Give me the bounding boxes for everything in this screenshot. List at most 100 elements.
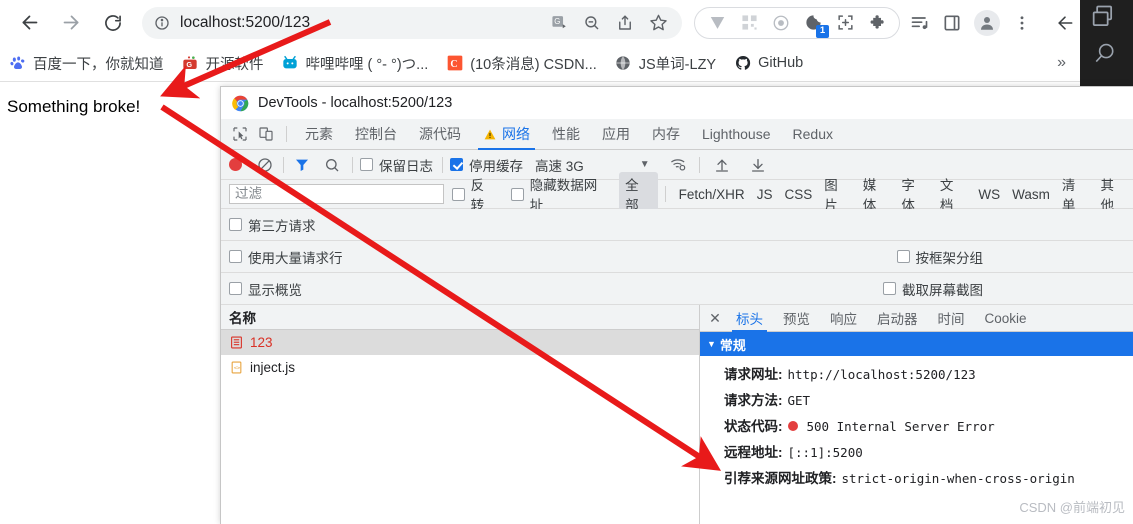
- type-filter-wasm[interactable]: Wasm: [1006, 185, 1056, 204]
- tab-label: 控制台: [355, 126, 397, 142]
- checkbox-label: 截取屏幕截图: [902, 282, 983, 298]
- chevron-down-icon[interactable]: ▼: [640, 159, 650, 170]
- show-overview-checkbox[interactable]: 显示概览: [229, 279, 876, 299]
- option-left-group: 显示概览: [229, 279, 876, 299]
- screenshot-crop-icon[interactable]: [835, 13, 855, 33]
- bookmark-star-icon[interactable]: [648, 13, 668, 33]
- profile-avatar-icon[interactable]: [974, 9, 1000, 36]
- inspect-element-icon[interactable]: [227, 122, 253, 146]
- detail-tab-response[interactable]: 响应: [820, 305, 867, 332]
- translate-icon[interactable]: G: [549, 13, 569, 33]
- type-filter-css[interactable]: CSS: [778, 185, 818, 204]
- request-name: 123: [250, 335, 273, 350]
- devtools-tab-console[interactable]: 控制台: [344, 119, 408, 150]
- qr-code-icon[interactable]: [739, 13, 759, 33]
- address-bar-url: localhost:5200/123: [180, 13, 311, 31]
- toolbar-divider: [664, 186, 666, 202]
- baidu-icon: [9, 55, 26, 72]
- checkbox-label: 使用大量请求行: [248, 250, 343, 266]
- download-arrow-icon[interactable]: [747, 154, 769, 176]
- table-row[interactable]: <> inject.js: [221, 355, 699, 380]
- device-toolbar-icon[interactable]: [253, 122, 279, 146]
- bookmark-item[interactable]: G 开源软件: [173, 50, 273, 77]
- detail-tab-initiator[interactable]: 启动器: [867, 305, 928, 332]
- devtools-panel-tabs: 元素 控制台 源代码 网络 性能 应用 内存 Lighthouse Redux: [221, 119, 1133, 150]
- devtools-tab-memory[interactable]: 内存: [641, 119, 691, 150]
- bookmark-item[interactable]: 百度一下，你就知道: [0, 50, 173, 77]
- zoom-out-icon[interactable]: [582, 13, 602, 33]
- big-request-rows-checkbox[interactable]: 使用大量请求行: [229, 247, 890, 267]
- request-name: inject.js: [250, 360, 296, 375]
- target-ring-icon[interactable]: [771, 13, 791, 33]
- devtools-tab-application[interactable]: 应用: [591, 119, 641, 150]
- detail-tab-headers[interactable]: 标头: [726, 305, 773, 332]
- request-detail-panel: ✕ 标头 预览 响应 启动器 时间 Cookie ▼ 常规 请求网址: http…: [700, 305, 1133, 524]
- third-party-requests-checkbox[interactable]: 第三方请求: [229, 215, 316, 235]
- devtools-tab-performance[interactable]: 性能: [541, 119, 591, 150]
- checkbox-box: [360, 158, 373, 171]
- bookmark-label: 百度一下，你就知道: [33, 56, 164, 73]
- section-title: 常规: [719, 337, 746, 353]
- detail-tab-timing[interactable]: 时间: [928, 305, 975, 332]
- devtools-tab-sources[interactable]: 源代码: [408, 119, 472, 150]
- invert-checkbox[interactable]: 反转: [451, 174, 497, 214]
- address-bar[interactable]: localhost:5200/123 G: [142, 6, 682, 39]
- bookmark-label: (10条消息) CSDN...: [470, 56, 597, 73]
- disable-cache-checkbox[interactable]: 停用缓存: [450, 155, 523, 175]
- bookmark-item[interactable]: GitHub: [725, 52, 812, 75]
- reading-list-icon[interactable]: [910, 13, 930, 33]
- search-icon[interactable]: [321, 154, 343, 176]
- cookie-editor-icon[interactable]: 1: [803, 13, 829, 38]
- forward-button[interactable]: [54, 6, 88, 40]
- type-filter-js[interactable]: JS: [751, 185, 779, 204]
- bookmark-item[interactable]: C (10条消息) CSDN...: [437, 50, 606, 77]
- table-row[interactable]: 123: [221, 330, 699, 355]
- group-by-frame-checkbox[interactable]: 按框架分组: [896, 247, 983, 267]
- checkbox-box: [896, 250, 910, 263]
- preserve-log-checkbox[interactable]: 保留日志: [360, 155, 433, 175]
- funnel-filter-icon[interactable]: [291, 154, 313, 176]
- checkbox-label: 显示概览: [248, 282, 302, 298]
- checkbox-box: [451, 187, 465, 201]
- svg-text:G: G: [554, 17, 560, 26]
- general-section-header[interactable]: ▼ 常规: [700, 332, 1133, 356]
- close-x-icon[interactable]: ✕: [704, 307, 726, 329]
- share-icon[interactable]: [615, 13, 635, 33]
- request-list-header: 名称: [221, 305, 699, 330]
- hide-data-urls-checkbox[interactable]: 隐藏数据网址: [510, 174, 609, 214]
- capture-screenshots-checkbox[interactable]: 截取屏幕截图: [883, 279, 983, 299]
- upload-arrow-icon[interactable]: [711, 154, 733, 176]
- script-js-icon: <>: [229, 360, 243, 376]
- magnifier-search-icon[interactable]: [1091, 40, 1119, 73]
- filter-input[interactable]: 过滤: [229, 184, 444, 204]
- three-dot-menu-icon[interactable]: [1012, 13, 1032, 33]
- vimium-v-icon[interactable]: [707, 13, 727, 33]
- other-window-back-icon[interactable]: [1050, 0, 1080, 45]
- bookmark-item[interactable]: 哔哩哔哩 ( °- °)つ...: [273, 50, 438, 77]
- type-filter-ws[interactable]: WS: [972, 185, 1006, 204]
- puzzle-extensions-icon[interactable]: [867, 13, 887, 33]
- site-info-icon[interactable]: [152, 13, 172, 33]
- type-filter-fetchxhr[interactable]: Fetch/XHR: [673, 185, 751, 204]
- devtools-tab-lighthouse[interactable]: Lighthouse: [691, 119, 782, 150]
- back-button[interactable]: [12, 6, 46, 40]
- devtools-tab-redux[interactable]: Redux: [782, 119, 844, 150]
- throttling-select-value[interactable]: 高速 3G: [535, 155, 584, 175]
- checkbox-label: 第三方请求: [248, 218, 316, 234]
- devtools-tab-network[interactable]: 网络: [472, 119, 541, 150]
- bookmark-item[interactable]: JS单词-LZY: [606, 50, 725, 77]
- clear-no-entry-icon[interactable]: [254, 154, 276, 176]
- devtools-tab-elements[interactable]: 元素: [294, 119, 344, 150]
- bookmarks-overflow-button[interactable]: »: [1057, 54, 1066, 72]
- wifi-settings-icon[interactable]: [668, 154, 690, 176]
- reload-button[interactable]: [96, 6, 130, 40]
- detail-tab-cookies[interactable]: Cookie: [975, 305, 1037, 332]
- side-panel-icon[interactable]: [942, 13, 962, 33]
- detail-tab-preview[interactable]: 预览: [773, 305, 820, 332]
- svg-text:G: G: [186, 60, 192, 69]
- record-stop-icon[interactable]: [229, 158, 242, 171]
- window-restore-icon[interactable]: [1089, 3, 1117, 36]
- detail-row: 引荐来源网址政策: strict-origin-when-cross-origi…: [700, 464, 1133, 490]
- request-list: 名称 123 <> inject.js: [221, 305, 700, 524]
- option-left-group: 使用大量请求行: [229, 247, 890, 267]
